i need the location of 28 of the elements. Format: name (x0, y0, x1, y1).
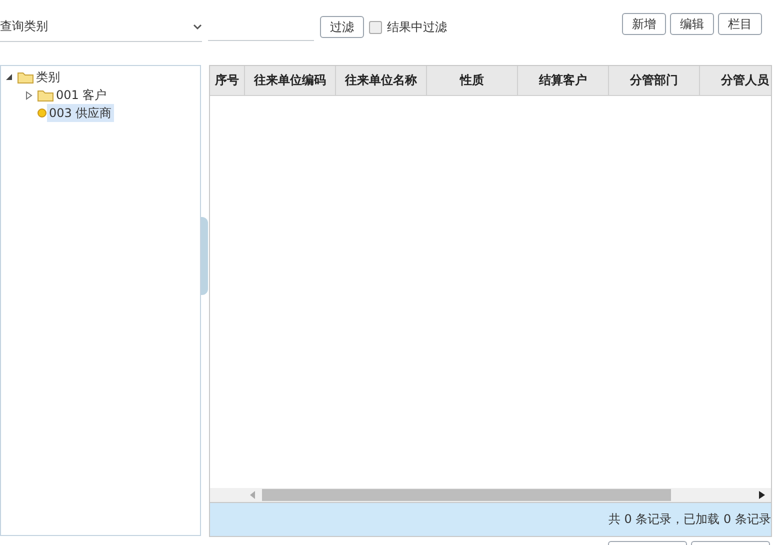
checkbox-label: 结果中过滤 (387, 18, 447, 36)
record-count: 共 0 条记录，已加载 0 条记录 (608, 511, 771, 528)
dot-icon (37, 108, 47, 118)
tree-item[interactable]: 003 供应商 (47, 104, 114, 122)
expanded-arrow-icon[interactable] (5, 73, 13, 81)
tree-item[interactable]: 类别 (34, 68, 62, 86)
checkbox[interactable] (369, 20, 382, 34)
action-button[interactable]: 编辑 (670, 13, 714, 35)
tree-item[interactable]: 001 客户 (54, 86, 109, 104)
splitter-handle[interactable] (201, 217, 208, 295)
scroll-left-icon[interactable] (250, 491, 256, 499)
folder-icon (17, 70, 34, 84)
column-header[interactable]: 分管部门 (609, 66, 700, 95)
action-button[interactable]: 新增 (622, 13, 666, 35)
column-header[interactable]: 序号 (210, 66, 245, 95)
filter-button[interactable]: 过滤 (320, 16, 364, 38)
action-button[interactable]: 栏目 (718, 13, 762, 35)
chevron-down-icon (193, 24, 202, 30)
horizontal-scrollbar[interactable] (210, 488, 771, 502)
folder-icon (37, 88, 54, 102)
column-header[interactable]: 性质 (427, 66, 518, 95)
column-header[interactable]: 往来单位编码 (245, 66, 336, 95)
column-header[interactable]: 分管人员 (700, 66, 771, 95)
column-header[interactable]: 往来单位名称 (336, 66, 427, 95)
category-select[interactable]: 查询类别 (0, 12, 202, 42)
scroll-right-icon[interactable] (759, 491, 765, 499)
collapsed-arrow-icon[interactable] (25, 90, 33, 100)
column-header[interactable]: 结算客户 (518, 66, 609, 95)
